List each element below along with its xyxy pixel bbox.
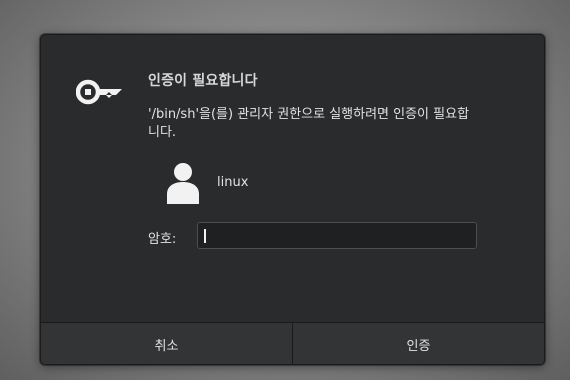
user-avatar-icon	[167, 163, 199, 204]
password-input[interactable]	[197, 222, 477, 249]
dialog-title: 인증이 필요합니다	[148, 73, 258, 89]
dialog-button-bar: 취소 인증	[41, 322, 544, 364]
key-icon	[76, 79, 122, 105]
cancel-button[interactable]: 취소	[41, 323, 292, 364]
password-label: 암호:	[148, 232, 177, 247]
user-name: linux	[217, 175, 249, 190]
authentication-dialog: 인증이 필요합니다 '/bin/sh'을(를) 관리자 권한으로 실행하려면 인…	[40, 34, 545, 365]
dialog-message: '/bin/sh'을(를) 관리자 권한으로 실행하려면 인증이 필요합 니다.	[148, 106, 508, 142]
authenticate-button[interactable]: 인증	[292, 323, 544, 364]
text-cursor	[204, 229, 206, 243]
dialog-message-line-1: '/bin/sh'을(를) 관리자 권한으로 실행하려면 인증이 필요합	[148, 107, 470, 122]
dialog-message-line-2: 니다.	[148, 125, 177, 140]
